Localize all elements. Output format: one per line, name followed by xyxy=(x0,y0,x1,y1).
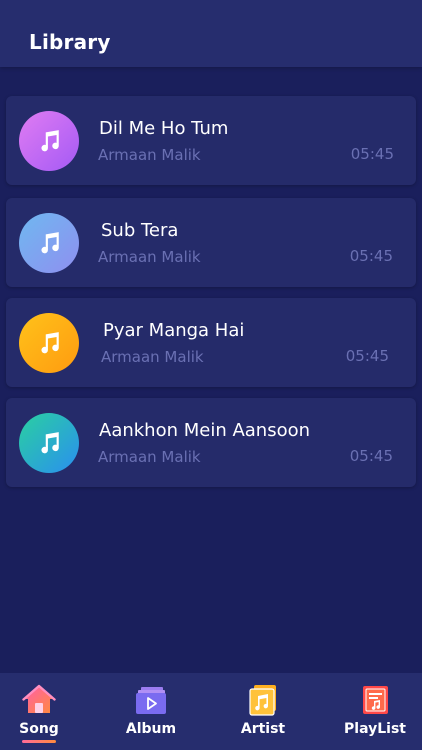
song-duration: 05:45 xyxy=(349,447,393,465)
tab-album[interactable]: Album xyxy=(101,673,201,750)
tab-artist[interactable]: Artist xyxy=(213,673,313,750)
music-note-icon xyxy=(19,213,79,273)
app-header: Library xyxy=(0,0,422,67)
song-title: Dil Me Ho Tum xyxy=(99,118,229,139)
tab-label: PlayList xyxy=(344,721,406,737)
song-list-item[interactable]: Sub Tera Armaan Malik 05:45 xyxy=(6,198,416,287)
page-title: Library xyxy=(29,30,111,54)
song-artist: Armaan Malik xyxy=(98,248,201,266)
song-artist: Armaan Malik xyxy=(101,348,204,366)
tab-song[interactable]: Song xyxy=(0,673,89,750)
song-title: Sub Tera xyxy=(101,220,179,241)
song-list-item[interactable]: Aankhon Mein Aansoon Armaan Malik 05:45 xyxy=(6,398,416,487)
tab-label: Song xyxy=(19,721,59,737)
music-note-icon xyxy=(19,413,79,473)
music-note-icon xyxy=(19,313,79,373)
song-duration: 05:45 xyxy=(349,247,393,265)
album-icon xyxy=(136,687,166,714)
home-icon xyxy=(22,684,56,713)
artist-icon xyxy=(249,685,276,716)
tab-label: Artist xyxy=(240,721,286,737)
bottom-tab-bar: Song Album Artist PlayList xyxy=(0,673,422,750)
song-artist: Armaan Malik xyxy=(98,146,201,164)
song-duration: 05:45 xyxy=(345,347,389,365)
tab-label: Album xyxy=(125,721,177,737)
active-tab-indicator xyxy=(22,740,56,743)
song-list-item[interactable]: Pyar Manga Hai Armaan Malik 05:45 xyxy=(6,298,416,387)
tab-playlist[interactable]: PlayList xyxy=(325,673,422,750)
song-artist: Armaan Malik xyxy=(98,448,201,466)
song-list-item[interactable]: Dil Me Ho Tum Armaan Malik 05:45 xyxy=(6,96,416,185)
song-title: Pyar Manga Hai xyxy=(103,320,245,341)
song-title: Aankhon Mein Aansoon xyxy=(99,420,311,441)
playlist-icon xyxy=(363,686,388,714)
song-duration: 05:45 xyxy=(350,145,394,163)
music-note-icon xyxy=(19,111,79,171)
